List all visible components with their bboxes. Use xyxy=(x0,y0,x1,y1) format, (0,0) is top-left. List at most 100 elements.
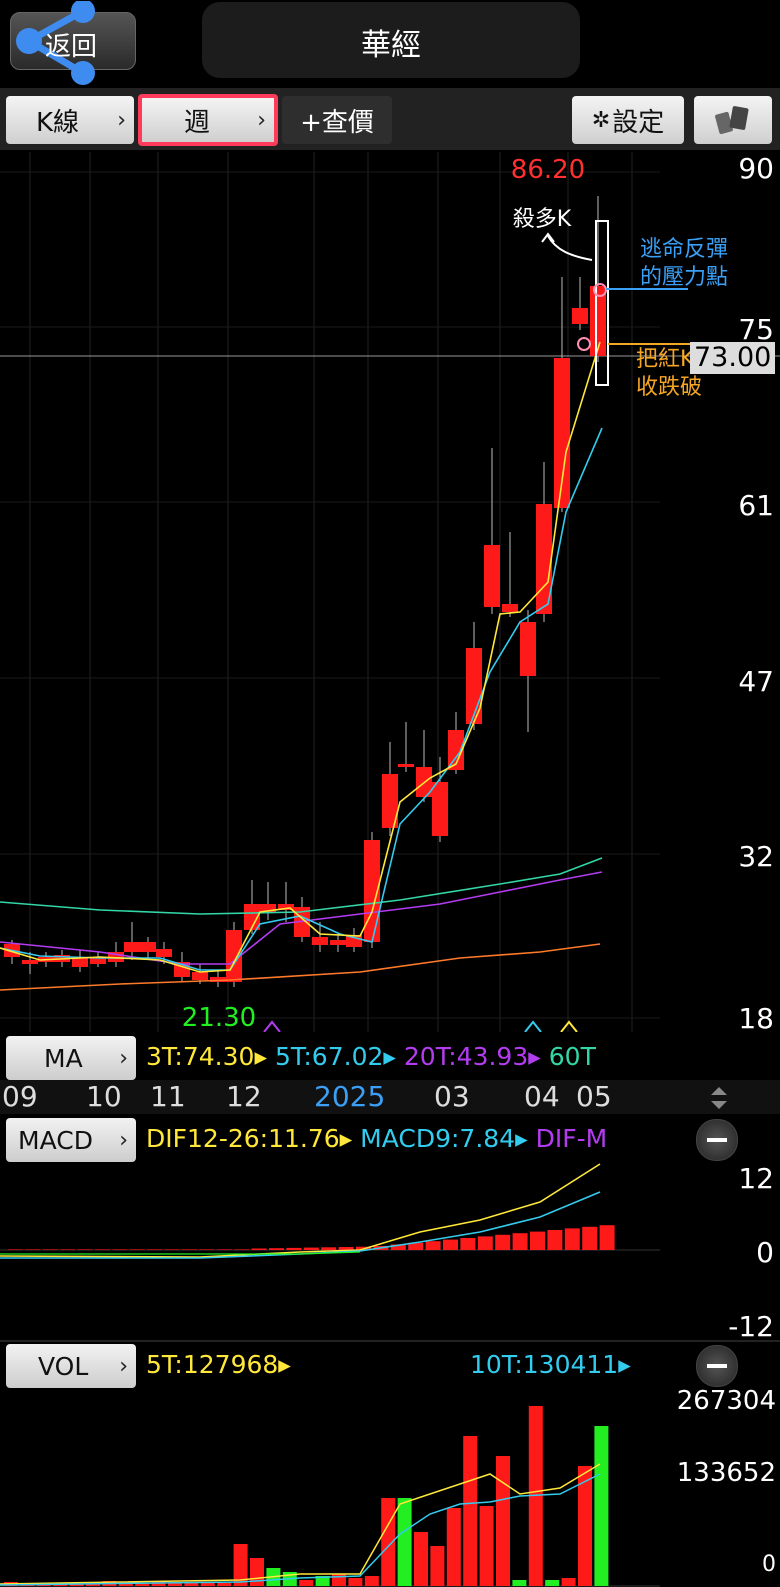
macd-bar xyxy=(77,1249,93,1250)
candle-body xyxy=(156,949,172,957)
dif-value: DIF12-26:11.76 xyxy=(146,1124,340,1153)
macd-bar xyxy=(547,1230,563,1250)
month-label: 03 xyxy=(434,1080,470,1113)
macd-bar xyxy=(147,1249,163,1250)
macd-bar xyxy=(530,1231,545,1250)
macd-bar xyxy=(164,1249,180,1250)
collapse-macd-button[interactable] xyxy=(696,1119,738,1161)
chevron-right-icon: › xyxy=(257,107,266,133)
rotate-icon xyxy=(715,106,749,135)
add-quote-label: +查價 xyxy=(300,107,374,138)
price-tick: 90 xyxy=(738,152,774,185)
macd-bar xyxy=(25,1249,41,1250)
month-label: 04 xyxy=(524,1080,560,1113)
ma-label: MA xyxy=(44,1043,83,1073)
ma-indicator-button[interactable]: MA › xyxy=(6,1036,136,1080)
macd9-value: MACD9:7.84 xyxy=(360,1124,516,1153)
macd-bar xyxy=(495,1234,511,1250)
macd-bar xyxy=(199,1249,215,1250)
macd-bar xyxy=(216,1249,232,1250)
macd-bar xyxy=(582,1226,598,1250)
candle-body xyxy=(398,764,414,767)
flag-icon: ▸ xyxy=(528,1042,541,1071)
chevron-right-icon: › xyxy=(119,1127,128,1153)
price-tick: 18 xyxy=(738,1002,774,1035)
month-label: 12 xyxy=(226,1080,262,1113)
vol-tick: 267304 xyxy=(676,1386,776,1416)
candle-body xyxy=(90,958,106,964)
macd-histogram xyxy=(8,1225,615,1250)
vol-label: VOL xyxy=(38,1351,89,1381)
macd-bar xyxy=(303,1247,319,1250)
volume-bar xyxy=(512,1580,527,1586)
macd-indicator-button[interactable]: MACD › xyxy=(6,1118,136,1162)
candle-body xyxy=(502,604,518,612)
volume-bar xyxy=(397,1498,412,1586)
macd-bar xyxy=(460,1238,476,1250)
ma-values: 3T:74.30▸ 5T:67.02▸ 20T:43.93▸ 60T xyxy=(146,1042,664,1071)
volume-bar xyxy=(364,1576,379,1586)
gear-icon: ✲ xyxy=(591,107,611,133)
volume-bar xyxy=(217,1583,232,1586)
flag-icon: ▸ xyxy=(618,1350,631,1379)
candle-body xyxy=(484,545,500,607)
settings-button[interactable]: ✲ 設定 xyxy=(572,96,684,144)
resize-handle-icon[interactable] xyxy=(708,1084,730,1112)
price-chart[interactable]: 86.20 21.30 殺多K 逃命反彈 的壓力點 把紅K 收跌破 xyxy=(0,152,780,1032)
macd-bar xyxy=(234,1249,250,1250)
macd-label: MACD xyxy=(18,1125,93,1155)
price-tick: 32 xyxy=(738,840,774,873)
back-label: 返回 xyxy=(45,32,98,62)
chevron-right-icon: › xyxy=(117,107,126,133)
rotate-screen-button[interactable] xyxy=(694,96,772,144)
flag-icon: ▸ xyxy=(254,1042,267,1071)
flag-icon: ▸ xyxy=(515,1124,528,1153)
collapse-vol-button[interactable] xyxy=(696,1345,738,1387)
ma20-value: 20T:43.93 xyxy=(403,1042,529,1071)
year-label: 2025 xyxy=(314,1080,386,1113)
candle-body xyxy=(312,937,328,945)
macd-bar xyxy=(112,1249,128,1250)
macd-tick: 12 xyxy=(738,1162,774,1195)
flag-icon: ▸ xyxy=(383,1042,396,1071)
volume-bar xyxy=(446,1508,461,1586)
volume-bar xyxy=(299,1580,314,1586)
vol-indicator-button[interactable]: VOL › xyxy=(6,1344,136,1388)
macd-chart[interactable] xyxy=(0,1162,660,1338)
month-label: 09 xyxy=(2,1080,38,1113)
macd-bar xyxy=(251,1248,267,1250)
macd-bar xyxy=(443,1239,458,1250)
difm-value: DIF-M xyxy=(535,1124,608,1153)
macd-bar xyxy=(42,1249,58,1250)
kill-long-annotation: 殺多K xyxy=(513,207,572,232)
page-title: 華經 xyxy=(361,28,421,63)
kline-type-button[interactable]: K線 › xyxy=(6,96,134,144)
chevron-right-icon: › xyxy=(119,1353,128,1379)
macd-tick: -12 xyxy=(728,1310,774,1343)
macd-tick: 0 xyxy=(756,1236,774,1269)
volume-bar xyxy=(414,1532,428,1586)
flag-icon: ▸ xyxy=(339,1124,353,1153)
volume-bar xyxy=(463,1436,478,1586)
volume-bar xyxy=(561,1578,576,1586)
panel-divider xyxy=(0,1340,780,1342)
price-tick: 47 xyxy=(738,665,774,698)
ma3-value: 3T:74.30 xyxy=(146,1042,255,1071)
macd-bar xyxy=(8,1249,23,1250)
flag-icon: ▸ xyxy=(278,1350,291,1379)
add-quote-button[interactable]: +查價 xyxy=(282,96,392,144)
candle-body xyxy=(22,960,38,964)
period-label: 週 xyxy=(184,107,211,138)
break-annotation-line2: 收跌破 xyxy=(636,375,702,400)
volume-bar xyxy=(348,1578,363,1586)
volume-bar xyxy=(496,1456,510,1586)
volume-chart[interactable] xyxy=(0,1384,660,1587)
period-button[interactable]: 週 › xyxy=(138,94,278,146)
candle-body xyxy=(432,782,448,836)
candle-body xyxy=(330,940,346,945)
candle-body xyxy=(140,942,156,952)
macd-bar xyxy=(425,1241,441,1250)
vol-ma10-value: 10T:130411 xyxy=(470,1350,619,1379)
macd-bar xyxy=(599,1225,615,1250)
candle-body xyxy=(124,942,140,952)
